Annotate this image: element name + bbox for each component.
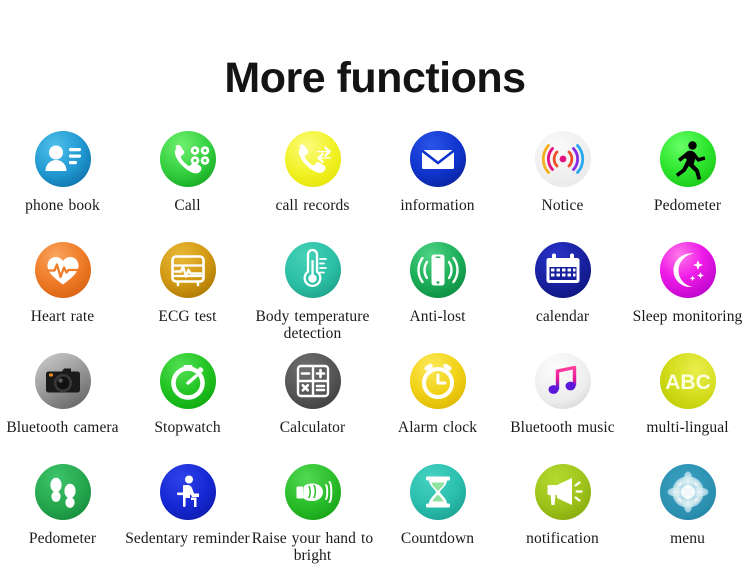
function-item-notice[interactable]: Notice — [500, 128, 625, 239]
function-label: calendar — [535, 308, 590, 325]
calculator-icon — [282, 350, 344, 412]
camera-icon — [32, 350, 94, 412]
function-item-pedometer-running[interactable]: Pedometer — [625, 128, 750, 239]
abc-icon: ABC — [657, 350, 719, 412]
contacts-icon — [32, 128, 94, 190]
function-item-information[interactable]: information — [375, 128, 500, 239]
function-label: Pedometer — [28, 530, 97, 547]
function-item-call[interactable]: Call — [125, 128, 250, 239]
phone-dialpad-icon — [157, 128, 219, 190]
function-item-sleep-monitoring[interactable]: Sleep monitoring — [625, 239, 750, 350]
function-item-bluetooth-camera[interactable]: Bluetooth camera — [0, 350, 125, 461]
function-item-alarm-clock[interactable]: Alarm clock — [375, 350, 500, 461]
function-label: Bluetooth music — [510, 419, 615, 436]
raise-hand-icon — [282, 461, 344, 523]
music-note-icon — [532, 350, 594, 412]
function-label: Countdown — [400, 530, 475, 547]
function-label: Notice — [541, 197, 584, 214]
heart-pulse-icon — [32, 239, 94, 301]
function-item-multi-lingual[interactable]: ABC multi-lingual — [625, 350, 750, 461]
sitting-person-icon — [157, 461, 219, 523]
function-item-bluetooth-music[interactable]: Bluetooth music — [500, 350, 625, 461]
envelope-icon — [407, 128, 469, 190]
alarm-clock-icon — [407, 350, 469, 412]
function-item-heart-rate[interactable]: Heart rate — [0, 239, 125, 350]
megaphone-icon — [532, 461, 594, 523]
function-label: Sleep monitoring — [632, 308, 743, 325]
function-label: Anti-lost — [409, 308, 466, 325]
function-item-calendar[interactable]: calendar — [500, 239, 625, 350]
running-man-icon — [657, 128, 719, 190]
more-functions-page: More functions phone book Call call reco… — [0, 0, 750, 573]
notice-waves-icon — [532, 128, 594, 190]
function-label: Heart rate — [30, 308, 95, 325]
footprints-icon — [32, 461, 94, 523]
functions-grid: phone book Call call records information… — [0, 128, 750, 572]
function-item-phone-book[interactable]: phone book — [0, 128, 125, 239]
hourglass-icon — [407, 461, 469, 523]
function-label: Sedentary reminder — [125, 530, 250, 547]
page-title: More functions — [224, 54, 526, 102]
function-item-pedometer-footprints[interactable]: Pedometer — [0, 461, 125, 572]
function-label: menu — [670, 530, 705, 547]
function-label: ECG test — [158, 308, 217, 325]
function-label: Calculator — [279, 419, 346, 436]
function-item-stopwatch[interactable]: Stopwatch — [125, 350, 250, 461]
function-label: phone book — [25, 197, 100, 214]
function-label: Raise your hand to bright — [251, 530, 374, 565]
function-item-raise-hand-to-bright[interactable]: Raise your hand to bright — [250, 461, 375, 572]
function-item-menu[interactable]: menu — [625, 461, 750, 572]
function-item-call-records[interactable]: call records — [250, 128, 375, 239]
function-item-anti-lost[interactable]: Anti-lost — [375, 239, 500, 350]
function-label: Body temperature detection — [255, 308, 370, 343]
flower-menu-icon — [657, 461, 719, 523]
function-label: Call — [174, 197, 201, 214]
function-label: information — [400, 197, 475, 214]
function-label: Bluetooth camera — [6, 419, 119, 436]
function-item-ecg-test[interactable]: ECG test — [125, 239, 250, 350]
call-records-icon — [282, 128, 344, 190]
function-label: call records — [275, 197, 350, 214]
function-label: multi-lingual — [646, 419, 729, 436]
function-label: notification — [526, 530, 599, 547]
thermometer-icon — [282, 239, 344, 301]
function-item-notification[interactable]: notification — [500, 461, 625, 572]
moon-stars-icon — [657, 239, 719, 301]
function-label: Alarm clock — [397, 419, 478, 436]
svg-text:ABC: ABC — [665, 371, 711, 394]
calendar-icon — [532, 239, 594, 301]
stopwatch-icon — [157, 350, 219, 412]
function-item-body-temperature[interactable]: Body temperature detection — [250, 239, 375, 350]
phone-vibrate-icon — [407, 239, 469, 301]
function-item-sedentary-reminder[interactable]: Sedentary reminder — [125, 461, 250, 572]
function-item-calculator[interactable]: Calculator — [250, 350, 375, 461]
ecg-monitor-icon — [157, 239, 219, 301]
function-label: Pedometer — [653, 197, 722, 214]
function-label: Stopwatch — [154, 419, 221, 436]
function-item-countdown[interactable]: Countdown — [375, 461, 500, 572]
